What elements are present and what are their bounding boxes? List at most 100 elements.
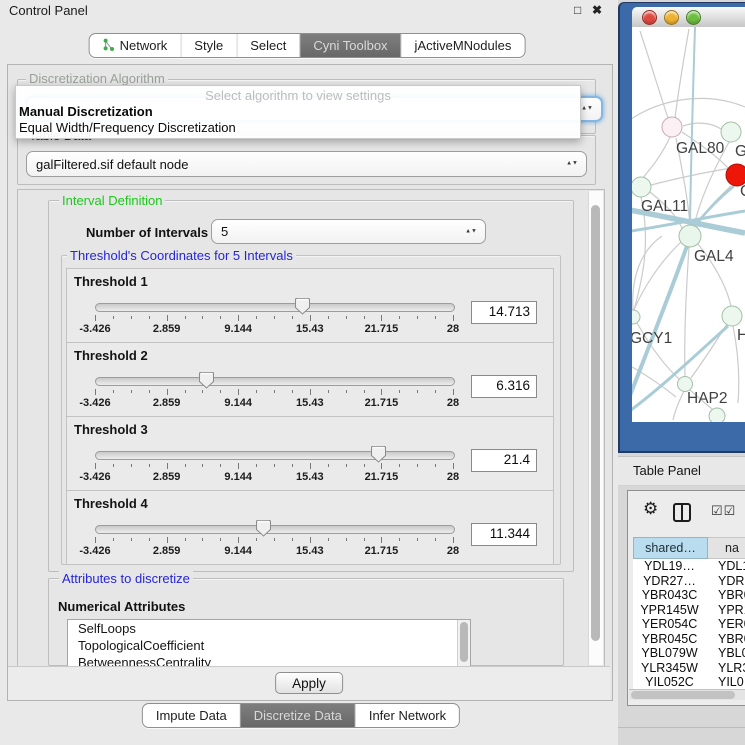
cell-shared-name: YBR043C [633,588,706,603]
numerical-attributes-list[interactable]: SelfLoopsTopologicalCoefficientBetweenne… [67,619,471,667]
minimize-traffic-light[interactable] [664,10,679,25]
table-row[interactable]: YPR145WYPR1 [633,603,745,618]
network-node-label: HAP2 [687,390,728,407]
slider-ticks [95,315,453,322]
column-header-name[interactable]: na [708,537,745,559]
threshold-label: Threshold 3 [74,422,148,437]
network-canvas[interactable]: GAL80GACGAL11GAL4GCY1HHAP2 [632,27,745,422]
tab-impute-data[interactable]: Impute Data [143,704,240,727]
threshold-value-field[interactable]: 14.713 [471,301,537,324]
network-node[interactable] [679,225,701,247]
tab-label: Discretize Data [254,708,342,723]
table-row[interactable]: YBL079WYBL0 [633,646,745,661]
cell-name: YPR1 [706,603,745,618]
network-node-label: GCY1 [632,330,672,347]
network-node[interactable] [722,306,742,326]
network-node[interactable] [632,177,651,197]
network-edge[interactable] [690,27,695,224]
table-row[interactable]: YBR045CYBR0 [633,632,745,647]
threshold-rows: Threshold 1 -3.4262.8599.14415.4321.71528… [66,269,554,565]
column-header-shared-name[interactable]: shared… [633,537,708,559]
network-node[interactable] [662,117,682,137]
checkbox-icons[interactable]: ☑☑ [711,503,736,519]
columns-icon[interactable] [673,503,691,522]
settings-vertical-scrollbar[interactable] [588,191,603,665]
slider-track[interactable] [95,303,455,312]
table-header-row: shared… na [633,537,745,559]
popup-option-equal-width-frequency-discretization[interactable]: Equal Width/Frequency Discretization [16,120,580,136]
popup-option-manual-discretization[interactable]: Manual Discretization [16,104,580,120]
threshold-value-field[interactable]: 6.316 [471,375,537,398]
bottom-tabbar: Impute Data Discretize Data Infer Network [142,703,460,728]
cell-shared-name: YDR27… [633,574,706,589]
table-panel-title: Table Panel [633,463,701,478]
tab-discretize-data[interactable]: Discretize Data [240,704,355,727]
right-panel: GAL80GACGAL11GAL4GCY1HHAP2 Table Panel ⚙… [618,0,745,745]
attributes-group-label: Attributes to discretize [59,571,193,586]
threshold-slider[interactable]: -3.4262.8599.14415.4321.71528 [95,303,453,335]
attribute-item-topologicalcoefficient[interactable]: TopologicalCoefficient [68,637,470,654]
slider-track[interactable] [95,377,455,386]
table-row[interactable]: YER054CYER0 [633,617,745,632]
table-horizontal-scrollbar[interactable] [629,689,745,700]
table-row[interactable]: YDL19…YDL1 [633,559,745,574]
network-node-label: GAL11 [641,198,688,215]
zoom-traffic-light[interactable] [686,10,701,25]
tab-label: Impute Data [156,708,227,723]
slider-thumb[interactable] [199,372,214,389]
cell-shared-name: YBL079W [633,646,706,661]
network-edge[interactable] [675,29,689,118]
slider-thumb[interactable] [295,298,310,315]
network-edge[interactable] [643,137,670,178]
threshold-value-field[interactable]: 21.4 [471,449,537,472]
table-row[interactable]: YDR27…YDR2 [633,574,745,589]
network-node-label: GA [735,143,745,160]
network-edge[interactable] [683,123,721,129]
slider-thumb[interactable] [256,520,271,537]
network-node[interactable] [632,310,640,324]
float-window-icon[interactable]: □ [574,3,581,17]
thresholds-group: Threshold's Coordinates for 5 Intervals … [61,255,561,565]
apply-button[interactable]: Apply [275,672,343,694]
network-window-titlebar [632,7,745,28]
threshold-slider[interactable]: -3.4262.8599.14415.4321.71528 [95,377,453,409]
control-panel-titlebar: Control Panel □ ✖ [0,0,618,22]
network-node[interactable] [721,122,741,142]
slider-track[interactable] [95,525,455,534]
gear-icon[interactable]: ⚙ [643,499,658,519]
network-node-label: GAL80 [676,140,725,157]
close-traffic-light[interactable] [642,10,657,25]
network-edge[interactable] [640,31,668,118]
network-node-label: H [737,327,745,344]
network-node[interactable] [709,408,725,422]
threshold-value-field[interactable]: 11.344 [471,523,537,546]
cyni-toolbox-panel: Discretization Algorithm ▲▼ Table Data g… [7,64,613,701]
network-edge[interactable] [685,247,689,376]
threshold-slider[interactable]: -3.4262.8599.14415.4321.71528 [95,525,453,557]
slider-thumb[interactable] [371,446,386,463]
list-scrollbar[interactable] [457,620,470,666]
tab-select[interactable]: Select [236,34,299,57]
tab-style[interactable]: Style [180,34,236,57]
cell-name: YBR0 [706,588,745,603]
table-row[interactable]: YBR043CYBR0 [633,588,745,603]
tab-label: Infer Network [369,708,446,723]
tab-jactivemnodules[interactable]: jActiveMNodules [401,34,525,57]
tab-cyni-toolbox[interactable]: Cyni Toolbox [299,34,400,57]
threshold-label: Threshold 2 [74,348,148,363]
table-data-combo[interactable]: galFiltered.sif default node ▲▼ [26,151,587,177]
close-window-icon[interactable]: ✖ [592,3,602,17]
threshold-label: Threshold 1 [74,274,148,289]
table-row[interactable]: YLR345WYLR3 [633,661,745,676]
slider-track[interactable] [95,451,455,460]
combo-stepper-icon: ▲▼ [465,229,477,234]
number-of-intervals-combo[interactable]: 5 ▲▼ [211,219,486,244]
attribute-item-selfloops[interactable]: SelfLoops [68,620,470,637]
network-node-label: C [740,183,745,200]
tab-infer-network[interactable]: Infer Network [355,704,459,727]
slider-ticks [95,537,453,544]
table-row[interactable]: YIL052CYIL0 [633,675,745,689]
threshold-slider[interactable]: -3.4262.8599.14415.4321.71528 [95,451,453,483]
discretization-algorithm-label: Discretization Algorithm [26,71,168,86]
tab-network[interactable]: Network [90,34,181,57]
